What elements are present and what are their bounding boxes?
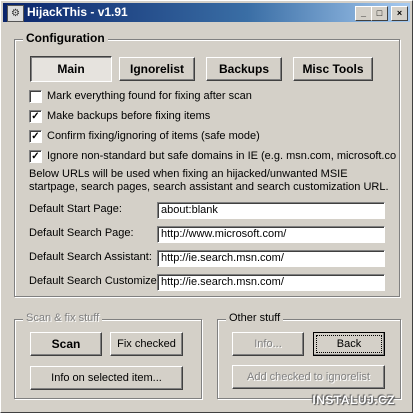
search-page-label: Default Search Page:	[29, 227, 134, 239]
back-button[interactable]: Back	[313, 332, 385, 356]
tab-ignorelist[interactable]: Ignorelist	[119, 57, 195, 81]
checkbox-label: Make backups before fixing items	[47, 110, 211, 122]
info-selected-item-button[interactable]: Info on selected item...	[30, 366, 183, 390]
checkbox-make-backups[interactable]: ✓ Make backups before fixing items	[29, 109, 210, 123]
scan-button[interactable]: Scan	[30, 332, 102, 356]
checkbox-confirm-fixing[interactable]: ✓ Confirm fixing/ignoring of items (safe…	[29, 129, 260, 143]
checkbox-box[interactable]: ✓	[29, 129, 42, 143]
title-bar[interactable]: ⚙ HijackThis - v1.91 _ □ ×	[3, 3, 410, 22]
configuration-legend: Configuration	[23, 31, 108, 45]
minimize-button[interactable]: _	[355, 6, 372, 21]
info-button[interactable]: Info...	[232, 332, 304, 356]
start-page-label: Default Start Page:	[29, 203, 122, 215]
search-page-input[interactable]: http://www.microsoft.com/	[157, 226, 385, 243]
checkbox-mark-everything[interactable]: Mark everything found for fixing after s…	[29, 89, 252, 103]
url-info-text: Below URLs will be used when fixing an h…	[29, 168, 389, 193]
search-assistant-input[interactable]: http://ie.search.msn.com/	[157, 250, 385, 267]
scan-fix-legend: Scan & fix stuff	[23, 312, 103, 324]
search-assistant-label: Default Search Assistant:	[29, 251, 152, 263]
other-stuff-legend: Other stuff	[226, 312, 284, 324]
search-customize-input[interactable]: http://ie.search.msn.com/	[157, 274, 385, 291]
hijackthis-window: ⚙ HijackThis - v1.91 _ □ × Configuration…	[0, 0, 413, 413]
checkbox-box[interactable]	[29, 89, 42, 103]
search-customize-label: Default Search Customize:	[29, 275, 160, 287]
checkbox-label: Mark everything found for fixing after s…	[47, 90, 252, 102]
checkbox-label: Ignore non-standard but safe domains in …	[47, 150, 397, 162]
window-title: HijackThis - v1.91	[27, 5, 128, 19]
maximize-button[interactable]: □	[371, 6, 388, 21]
checkbox-label: Confirm fixing/ignoring of items (safe m…	[47, 130, 260, 142]
fix-checked-button[interactable]: Fix checked	[110, 332, 183, 356]
checkbox-box[interactable]: ✓	[29, 109, 42, 123]
tab-misc-tools[interactable]: Misc Tools	[293, 57, 373, 81]
checkbox-box[interactable]: ✓	[29, 149, 42, 163]
tab-main[interactable]: Main	[30, 56, 112, 82]
checkbox-ignore-safe-domains[interactable]: ✓ Ignore non-standard but safe domains i…	[29, 149, 396, 163]
tab-backups[interactable]: Backups	[206, 57, 282, 81]
add-to-ignorelist-button[interactable]: Add checked to ignorelist	[232, 365, 385, 389]
app-icon: ⚙	[7, 5, 24, 22]
watermark: INSTALUJ.CZ	[312, 393, 395, 407]
close-button[interactable]: ×	[391, 6, 408, 21]
start-page-input[interactable]: about:blank	[157, 202, 385, 219]
